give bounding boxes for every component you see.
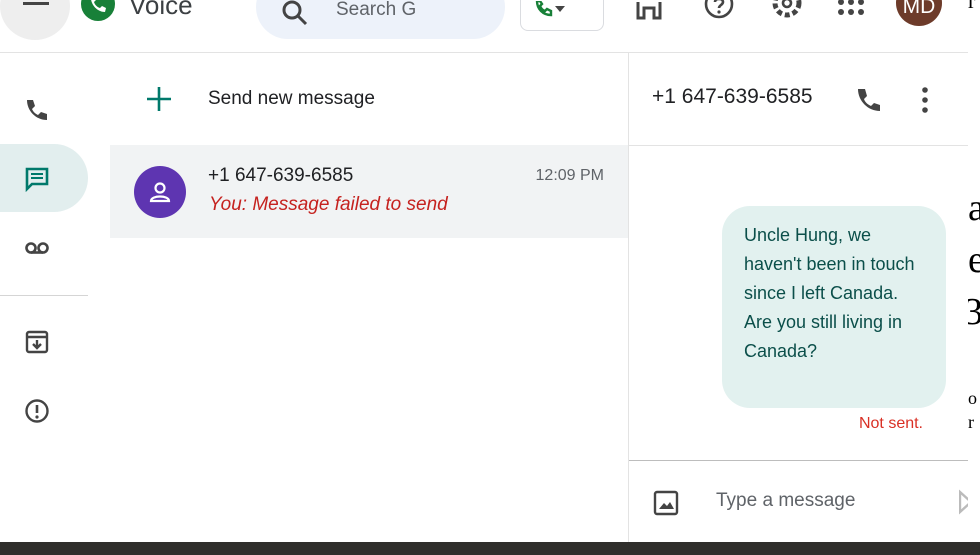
menu-icon <box>23 2 49 5</box>
conversation-list: Send new message +1 647-639-6585 12:09 P… <box>110 53 628 542</box>
sidebar-item-messages[interactable] <box>0 144 88 212</box>
background-window-strip: r a e 3 o r <box>968 0 980 542</box>
conversation-snippet: You: Message failed to send <box>209 194 448 215</box>
help-icon[interactable] <box>703 0 735 22</box>
sidebar-item-calls[interactable] <box>0 75 88 143</box>
sidebar-item-spam[interactable] <box>0 376 88 444</box>
background-fragment: r <box>968 0 976 13</box>
message-thread: +1 647-639-6585 Uncle Hung, we haven't b… <box>628 53 968 542</box>
conversation-time: 12:09 PM <box>535 167 604 184</box>
phone-icon <box>535 1 565 17</box>
conversation-name: +1 647-639-6585 <box>208 165 354 186</box>
apps-icon[interactable] <box>837 0 865 20</box>
image-icon[interactable] <box>653 490 679 516</box>
message-composer: Type a message <box>629 460 968 542</box>
thread-contact-number: +1 647-639-6585 <box>652 85 813 108</box>
nav-divider <box>0 295 88 296</box>
call-icon[interactable] <box>855 86 883 114</box>
message-icon <box>25 167 49 192</box>
background-fragment: a <box>968 187 980 229</box>
voicemail-icon <box>25 242 49 254</box>
message-status: Not sent. <box>858 415 923 432</box>
spam-icon <box>25 399 49 423</box>
background-fragment: 3 <box>968 291 980 333</box>
send-new-message-label: Send new message <box>208 88 375 109</box>
contact-avatar <box>134 166 186 218</box>
voice-window: Voice Search G MD Send new message +1 64… <box>0 0 968 542</box>
background-fragment: r <box>968 412 974 432</box>
search-icon <box>282 0 308 26</box>
search-box[interactable]: Search G <box>256 0 505 39</box>
app-title: Voice <box>129 0 193 20</box>
desktop-background <box>0 542 980 555</box>
chevron-down-icon <box>555 6 565 12</box>
plus-icon <box>147 87 171 111</box>
headset-icon[interactable] <box>634 0 664 22</box>
send-icon[interactable] <box>959 489 968 515</box>
background-fragment: e <box>968 239 980 281</box>
message-input[interactable]: Type a message <box>716 490 855 512</box>
background-fragment: o <box>968 388 977 408</box>
more-options-icon[interactable] <box>921 86 929 114</box>
list-item[interactable]: +1 647-639-6585 12:09 PM You: Message fa… <box>110 145 628 238</box>
sidebar-item-voicemail[interactable] <box>0 213 88 281</box>
send-new-message-button[interactable]: Send new message <box>110 53 628 145</box>
call-menu-button[interactable] <box>520 0 604 31</box>
sidebar-item-archive[interactable] <box>0 307 88 375</box>
main-menu-button[interactable] <box>0 0 70 40</box>
phone-icon <box>27 100 47 120</box>
voice-logo-icon <box>81 0 115 21</box>
archive-icon <box>25 330 49 354</box>
account-avatar[interactable]: MD <box>896 0 942 26</box>
search-input[interactable]: Search G <box>336 0 416 21</box>
settings-icon[interactable] <box>771 0 803 22</box>
person-icon <box>149 182 171 203</box>
thread-header: +1 647-639-6585 <box>629 53 968 146</box>
message-bubble: Uncle Hung, we haven't been in touch sin… <box>722 206 946 408</box>
top-bar: Voice Search G MD <box>0 0 968 53</box>
sidebar-nav <box>0 53 110 542</box>
